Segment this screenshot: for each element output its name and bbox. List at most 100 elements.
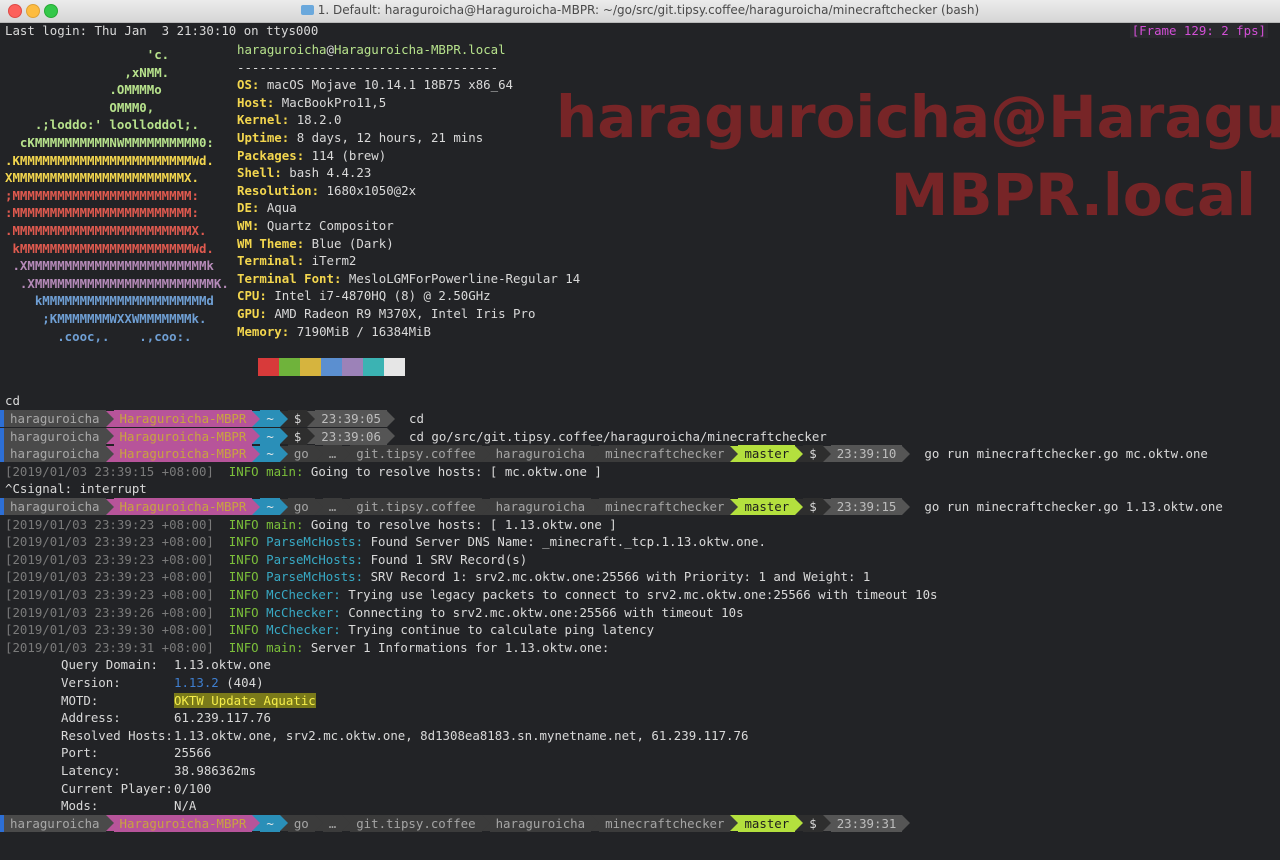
segment-separator [591,815,600,832]
segment-separator [822,815,831,832]
log-gap [214,569,229,584]
info-colon: : [311,182,327,198]
prompt-segment: git.tipsy.coffee [350,814,482,832]
segment-separator [386,410,395,427]
log-gap [363,569,370,584]
segment-separator [252,498,261,515]
info-colon: : [251,77,267,93]
logo-line: .KMMMMMMMMMMMMMMMMMMMMMMMWd. [5,152,214,168]
server-detail-row: Query Domain: 1.13.oktw.one [61,656,271,673]
logo-line: ,xNMM. [5,64,170,80]
log-message: Going to resolve hosts: [ mc.oktw.one ] [310,463,602,479]
prompt-segment: haraguroicha [489,814,592,832]
log-module: main: [266,463,304,479]
terminal-window: 1. Default: haraguroicha@Haraguroicha-MB… [0,0,1280,860]
prompt-segment: Haraguroicha-MBPR [113,814,253,832]
prompt-segment: Haraguroicha-MBPR [113,445,253,463]
info-row: Uptime: 8 days, 12 hours, 21 mins [237,129,483,146]
info-row: Host: MacBookPro11,5 [237,94,386,111]
logo-line: OMMM0, [5,99,155,115]
command-text: cd [408,411,424,426]
log-message: Going to resolve hosts: [ 1.13.oktw.one … [310,516,617,532]
prompt-segment: ~ [260,427,280,445]
prompt-segment: Haraguroicha-MBPR [113,498,253,515]
info-row: WM Theme: Blue (Dark) [237,235,394,252]
prompt-segment: … [322,814,343,832]
detail-key: Latency: [61,763,121,778]
interrupt-line: ^Csignal: interrupt [5,481,147,497]
detail-key: Address: [61,710,121,726]
log-module: main: [266,516,304,532]
prompt-segment: 23:39:10 [830,445,903,463]
log-gap [214,517,229,532]
info-value: MacBookPro11,5 [281,94,387,110]
prompt-segment: master [738,498,796,515]
info-row: Terminal Font: MesloLGMForPowerline-Regu… [237,270,580,287]
info-colon: : [274,165,290,181]
info-colon: : [333,270,349,286]
segment-separator [730,445,739,462]
logo-line: .cooc,. .,coo:. [5,328,192,344]
segment-separator [730,498,739,515]
cd-line: cd [5,393,20,408]
log-gap [214,622,229,637]
segment-separator [279,498,288,515]
segment-separator [314,445,323,462]
prompt-segment: haraguroicha [4,410,106,427]
logo-line: .;loddo:' loolloddol;. [5,117,199,133]
segment-separator [314,498,323,515]
prompt-line: haraguroicha Haraguroicha-MBPR ~ go … git.tip… [0,814,911,832]
info-colon: : [266,94,282,110]
motd-value: OKTW Update Aquatic [174,692,316,708]
info-colon: : [259,306,275,321]
log-gap [363,552,370,567]
segment-separator [795,498,804,515]
log-module: McChecker: [266,622,341,638]
prompt-segment: haraguroicha [4,814,106,832]
log-module: ParseMcHosts: [266,534,364,550]
info-value: MesloLGMForPowerline-Regular 14 [348,270,581,286]
host-name: Haraguroicha-MBPR.local [334,42,506,57]
separator-rule: ----------------------------------- [237,59,499,75]
logo-line: :MMMMMMMMMMMMMMMMMMMMMMMM: [5,205,199,221]
log-module: McChecker: [266,587,341,602]
segment-separator [307,410,316,427]
segment-separator [481,815,490,832]
logo-line: .MMMMMMMMMMMMMMMMMMMMMMMMX. [5,223,207,238]
log-gap [303,517,310,532]
log-line: [2019/01/03 23:39:23 +08:00] INFO ParseM… [5,551,527,568]
info-row: OS: macOS Mojave 10.14.1 18B75 x86_64 [237,76,513,93]
prompt-segment: 23:39:15 [830,498,903,515]
log-gap [259,622,266,637]
detail-key: Resolved Hosts: [61,727,173,743]
segment-separator [252,815,261,832]
segment-separator [252,428,261,445]
log-gap [363,534,370,549]
log-level: INFO [228,639,259,655]
segment-separator [105,815,114,832]
prompt-line: haraguroicha Haraguroicha-MBPR ~ go … git.tip… [0,445,1208,463]
terminal-content[interactable]: Last login: Thu Jan 3 21:30:10 on ttys00… [0,22,1280,860]
log-level: INFO [228,604,259,620]
prompt-segment: ~ [260,410,280,427]
prompt-segment: minecraftchecker [599,498,731,515]
log-message: Found Server DNS Name: _minecraft._tcp.1… [370,534,766,550]
segment-separator [279,815,288,832]
prompt-segment: haraguroicha [489,445,592,463]
server-detail-row: Port: 25566 [61,744,211,761]
log-module: main: [266,639,304,655]
info-key: Terminal Font [237,270,334,286]
detail-key: Mods: [61,798,99,814]
detail-value: N/A [174,798,197,814]
info-value: macOS Mojave 10.14.1 18B75 x86_64 [266,77,514,93]
segment-separator [105,410,114,427]
segment-separator [795,445,804,462]
log-level: INFO [228,463,259,479]
log-module: ParseMcHosts: [266,551,364,567]
log-line: [2019/01/03 23:39:23 +08:00] INFO ParseM… [5,568,870,585]
palette-swatch [321,358,342,376]
prompt-segment: haraguroicha [4,498,106,515]
segment-separator [342,498,351,515]
info-key: DE [237,200,252,216]
log-gap [214,587,229,602]
